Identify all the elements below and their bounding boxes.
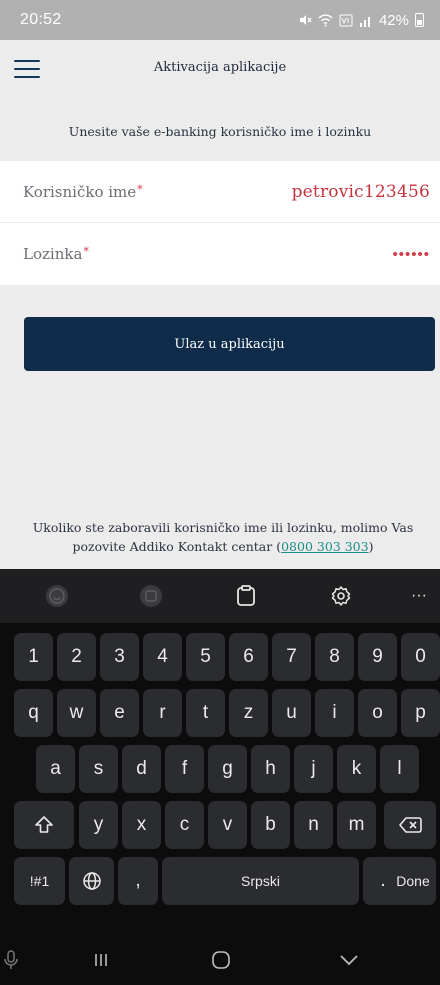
key-n[interactable]: n: [294, 801, 333, 849]
login-form: Korisničko ime* petrovic123456 Lozinka* …: [0, 161, 440, 285]
key-3[interactable]: 3: [100, 633, 139, 681]
settings-icon[interactable]: [327, 582, 355, 610]
page-title: Aktivacija aplikacije: [153, 60, 287, 75]
home-icon[interactable]: [208, 947, 234, 973]
password-field[interactable]: Lozinka* ••••••: [0, 223, 440, 285]
username-label: Korisničko ime*: [23, 182, 143, 201]
key-j[interactable]: j: [294, 745, 333, 793]
key-k[interactable]: k: [337, 745, 376, 793]
key-g[interactable]: g: [208, 745, 247, 793]
battery-percent: 42%: [378, 11, 409, 29]
keyboard-toolbar: ···: [0, 569, 440, 623]
key-d[interactable]: d: [122, 745, 161, 793]
key-1[interactable]: 1: [14, 633, 53, 681]
key-5[interactable]: 5: [186, 633, 225, 681]
key-c[interactable]: c: [165, 801, 204, 849]
microphone-icon[interactable]: [0, 947, 24, 973]
sticker-icon[interactable]: [137, 582, 165, 610]
key-8[interactable]: 8: [315, 633, 354, 681]
recent-apps-icon[interactable]: [88, 947, 114, 973]
username-field[interactable]: Korisničko ime* petrovic123456: [0, 161, 440, 223]
contact-phone-link[interactable]: 0800 303 303: [281, 539, 368, 554]
instruction-text: Unesite vaše e-banking korisničko ime i …: [68, 124, 372, 139]
backspace-icon[interactable]: [384, 801, 436, 849]
keyboard: 1 2 3 4 5 6 7 8 9 0 q w e r t z u i o p a s d f g h j k l y x c v b n m !#1,…: [0, 623, 440, 935]
key-f[interactable]: f: [165, 745, 204, 793]
forgot-credentials-text: Ukoliko ste zaboravili korisničko ime il…: [32, 520, 414, 554]
app-header: Aktivacija aplikacije: [0, 40, 440, 102]
required-mark: *: [137, 182, 143, 196]
login-button[interactable]: Ulaz u aplikaciju: [24, 317, 435, 371]
username-value[interactable]: petrovic123456: [292, 182, 430, 202]
key-p[interactable]: p: [401, 689, 440, 737]
key-u[interactable]: u: [272, 689, 311, 737]
wifi-icon: [318, 14, 333, 26]
clipboard-icon[interactable]: [232, 582, 260, 610]
key-7[interactable]: 7: [272, 633, 311, 681]
comma-key[interactable]: ,: [118, 857, 158, 905]
key-z[interactable]: z: [229, 689, 268, 737]
symbols-key[interactable]: !#1: [14, 857, 65, 905]
key-e[interactable]: e: [100, 689, 139, 737]
key-r[interactable]: r: [143, 689, 182, 737]
key-x[interactable]: x: [122, 801, 161, 849]
back-chevron-icon[interactable]: [336, 947, 362, 973]
globe-icon[interactable]: [69, 857, 114, 905]
required-mark: *: [83, 245, 89, 258]
key-0[interactable]: 0: [401, 633, 440, 681]
shift-icon[interactable]: [14, 801, 74, 849]
emoji-icon[interactable]: [43, 582, 71, 610]
key-2[interactable]: 2: [57, 633, 96, 681]
volte-icon: [339, 14, 353, 26]
more-icon[interactable]: ···: [405, 582, 433, 610]
status-time: 20:52: [20, 11, 62, 28]
key-s[interactable]: s: [79, 745, 118, 793]
mute-icon: [299, 15, 312, 25]
status-icons: 42%: [298, 12, 424, 29]
password-value[interactable]: ••••••: [392, 246, 430, 263]
battery-icon: [415, 13, 424, 27]
key-i[interactable]: i: [315, 689, 354, 737]
key-b[interactable]: b: [251, 801, 290, 849]
key-h[interactable]: h: [251, 745, 290, 793]
key-4[interactable]: 4: [143, 633, 182, 681]
space-key[interactable]: Srpski: [162, 857, 359, 905]
key-m[interactable]: m: [337, 801, 376, 849]
key-t[interactable]: t: [186, 689, 225, 737]
key-y[interactable]: y: [79, 801, 118, 849]
navigation-bar: [0, 935, 440, 985]
key-v[interactable]: v: [208, 801, 247, 849]
key-9[interactable]: 9: [358, 633, 397, 681]
key-6[interactable]: 6: [229, 633, 268, 681]
key-l[interactable]: l: [380, 745, 419, 793]
signal-icon: [359, 16, 370, 27]
status-bar: 20:52 42%: [0, 0, 440, 40]
key-w[interactable]: w: [57, 689, 96, 737]
password-label: Lozinka*: [23, 245, 89, 263]
done-key[interactable]: Done: [390, 857, 436, 905]
key-a[interactable]: a: [36, 745, 75, 793]
key-o[interactable]: o: [358, 689, 397, 737]
key-q[interactable]: q: [14, 689, 53, 737]
